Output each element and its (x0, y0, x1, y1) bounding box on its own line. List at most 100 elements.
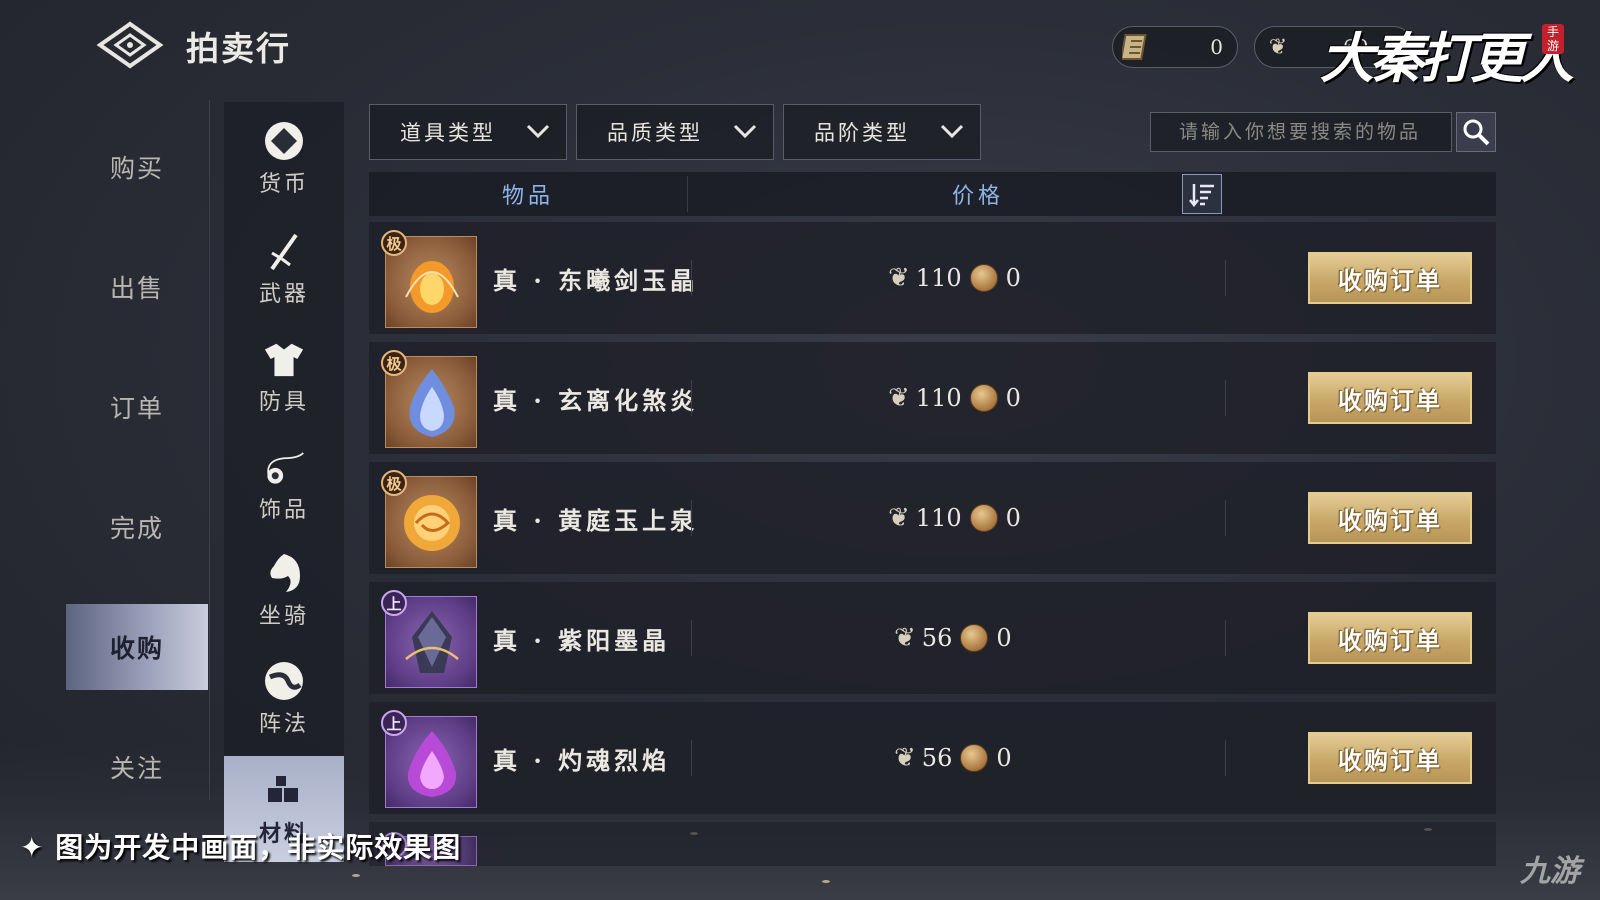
sort-button[interactable] (1182, 174, 1222, 214)
table-row: 上 真 · 灼魂烈焰 ❦ 56 0 收购订单 (369, 702, 1496, 814)
scroll-icon (1121, 32, 1151, 62)
category-label: 货币 (258, 172, 309, 197)
category-label: 防具 (258, 390, 309, 415)
item-name: 真 · 黄庭玉上泉 (493, 505, 699, 535)
grade-type-label: 品阶类型 (814, 121, 910, 145)
chevron-down-icon (526, 124, 550, 139)
category-label: 阵法 (258, 712, 309, 737)
column-divider (1225, 620, 1226, 656)
category-weapon[interactable]: 武器 (224, 216, 344, 322)
item-name: 真 · 东曦剑玉晶 (493, 265, 699, 295)
column-divider (1225, 380, 1226, 416)
coin-value: 0 (1005, 384, 1021, 412)
coin-value: 0 (1005, 264, 1021, 292)
nav-item-follow[interactable]: 关注 (66, 724, 208, 810)
yin-yang-icon (263, 660, 305, 702)
column-divider (691, 740, 692, 776)
table-row: 极 真 · 黄庭玉上泉 ❦ 110 0 收购订单 (369, 462, 1496, 574)
item-price: ❦ 56 0 (894, 582, 1012, 694)
column-divider (691, 500, 692, 536)
sort-icon (1189, 184, 1214, 208)
price-value: 110 (915, 504, 962, 532)
tier-badge: 上 (381, 710, 407, 736)
price-value: 56 (921, 624, 953, 652)
materials-icon (263, 770, 305, 812)
nav-item-purchase[interactable]: 收购 (66, 604, 208, 690)
currency-diamond-icon (263, 120, 305, 162)
category-currency[interactable]: 货币 (224, 106, 344, 212)
category-label: 坐骑 (258, 604, 309, 629)
purchase-order-button[interactable]: 收购订单 (1308, 732, 1472, 784)
feather-icon: ❦ (888, 383, 910, 413)
price-value: 56 (921, 744, 953, 772)
item-price: ❦ 110 0 (888, 342, 1021, 454)
purchase-order-button[interactable]: 收购订单 (1308, 252, 1472, 304)
column-header-price: 价格 (951, 184, 1004, 209)
feather-icon: ❦ (894, 623, 916, 653)
column-divider (1225, 500, 1226, 536)
search-button[interactable] (1456, 112, 1496, 152)
nav-item-buy[interactable]: 购买 (66, 124, 208, 210)
table-row: 上 真 · 紫阳墨晶 ❦ 56 0 收购订单 (369, 582, 1496, 694)
coin-icon (960, 624, 989, 652)
column-divider (691, 260, 692, 296)
category-formation[interactable]: 阵法 (224, 646, 344, 752)
search-icon (1463, 119, 1490, 146)
tier-badge: 上 (381, 590, 407, 616)
feather-icon: ❦ (888, 263, 910, 293)
item-price: ❦ 56 0 (894, 702, 1012, 814)
site-watermark: 九游 (1520, 854, 1580, 889)
category-mount[interactable]: 坐骑 (224, 538, 344, 644)
nav-item-sell[interactable]: 出售 (66, 244, 208, 330)
table-row: 极 真 · 玄离化煞炎 ❦ 110 0 收购订单 (369, 342, 1496, 454)
item-name: 真 · 紫阳墨晶 (493, 625, 671, 655)
armor-icon (263, 338, 305, 380)
water-glint (352, 874, 360, 877)
nav-divider (209, 100, 210, 800)
development-caption: ✦ 图为开发中画面，非实际效果图 (20, 831, 462, 864)
item-type-dropdown[interactable]: 道具类型 (369, 104, 567, 160)
tier-badge: 极 (381, 350, 407, 376)
category-accessory[interactable]: 饰品 (224, 432, 344, 538)
column-divider (1225, 740, 1226, 776)
page-title: 拍卖行 (186, 29, 291, 68)
nav-item-orders[interactable]: 订单 (66, 364, 208, 450)
price-value: 110 (915, 264, 962, 292)
coin-icon (969, 504, 998, 532)
category-armor[interactable]: 防具 (224, 324, 344, 430)
purchase-order-button[interactable]: 收购订单 (1308, 612, 1472, 664)
game-logo-badge: 手游 (1542, 24, 1564, 54)
feather-icon: ❦ (888, 503, 910, 533)
nav-item-completed[interactable]: 完成 (66, 484, 208, 570)
purchase-order-button[interactable]: 收购订单 (1308, 492, 1472, 544)
back-arrow-icon (96, 21, 164, 69)
purchase-order-button[interactable]: 收购订单 (1308, 372, 1472, 424)
item-name: 真 · 玄离化煞炎 (493, 385, 699, 415)
column-header-item: 物品 (501, 184, 554, 209)
column-divider (691, 620, 692, 656)
coin-value: 0 (996, 624, 1012, 652)
category-label: 饰品 (258, 498, 309, 523)
resource-scroll[interactable]: 0 (1112, 26, 1238, 68)
tier-badge: 极 (381, 470, 407, 496)
item-price: ❦ 110 0 (888, 222, 1021, 334)
quality-type-dropdown[interactable]: 品质类型 (576, 104, 774, 160)
table-row: 极 真 · 东曦剑玉晶 ❦ 110 0 收购订单 (369, 222, 1496, 334)
category-label: 武器 (258, 282, 309, 307)
grade-type-dropdown[interactable]: 品阶类型 (783, 104, 981, 160)
feather-icon: ❦ (1268, 34, 1288, 60)
item-type-label: 道具类型 (400, 121, 496, 145)
coin-value: 0 (1005, 504, 1021, 532)
resource-scroll-value: 0 (1210, 35, 1223, 59)
feather-icon: ❦ (894, 743, 916, 773)
search-input[interactable] (1150, 112, 1452, 152)
coin-icon (969, 384, 998, 412)
horse-icon (263, 552, 305, 594)
sword-icon (263, 230, 305, 272)
table-row (369, 822, 1496, 866)
item-name: 真 · 灼魂烈焰 (493, 745, 671, 775)
game-logo: 大秦打更人 (1320, 26, 1574, 90)
chevron-down-icon (733, 124, 757, 139)
water-glint (822, 880, 830, 883)
back-button[interactable] (96, 18, 166, 72)
